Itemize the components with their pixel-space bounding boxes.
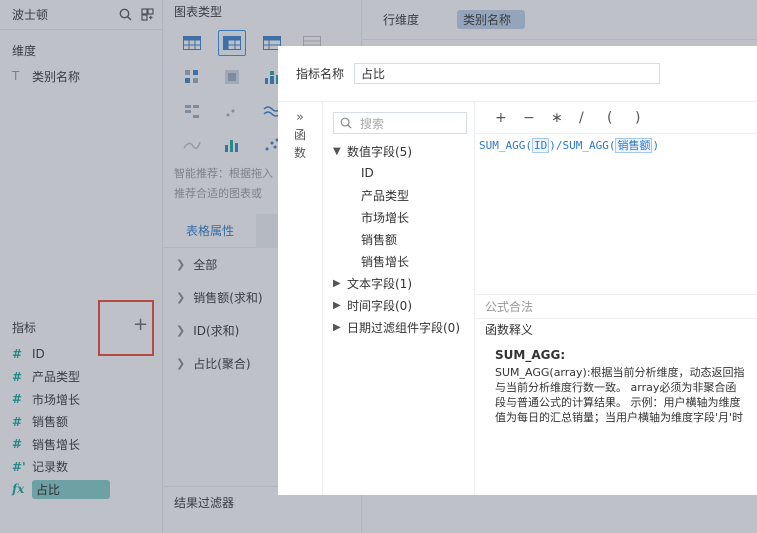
tree-leaf[interactable]: ID	[323, 162, 474, 184]
op-plus-button[interactable]: +	[495, 110, 523, 126]
tree-node-numeric[interactable]: ▼ 数值字段(5)	[323, 140, 474, 162]
formula-fn: SUM_AGG(	[479, 139, 532, 152]
tree-leaf-label: 销售增长	[361, 254, 410, 269]
tree-node-label: 时间字段(0)	[347, 298, 412, 313]
explain-line: 与当前分析维度行数一致。 array必须为非聚合函	[495, 381, 737, 394]
formula-field-tag[interactable]: 销售额	[615, 138, 653, 153]
search-placeholder: 搜索	[360, 116, 385, 131]
add-measure-dialog: 指标名称 » 函 数 搜索 ▼ 数值字段(5) ID 产品类型 市场增长 销售额 …	[278, 46, 757, 495]
function-explain-title: 函数释义	[475, 318, 757, 340]
explain-line: 值为每日的汇总销量；当用户横轴为维度字段'月'时	[495, 411, 744, 424]
formula-valid-status: 公式合法	[475, 294, 757, 318]
op-lparen-button[interactable]: (	[607, 110, 635, 126]
tree-leaf-label: ID	[361, 166, 374, 180]
caret-right-icon: ▶	[333, 321, 341, 333]
op-rparen-button[interactable]: )	[635, 110, 663, 126]
caret-right-icon: ▶	[333, 299, 341, 311]
tree-node-label: 文本字段(1)	[347, 276, 412, 291]
search-icon	[340, 117, 352, 129]
caret-down-icon: ▼	[333, 145, 341, 157]
tree-leaf[interactable]: 销售额	[323, 228, 474, 250]
function-tab-label-2[interactable]: 数	[278, 145, 322, 161]
tree-list: ▼ 数值字段(5) ID 产品类型 市场增长 销售额 销售增长 ▶ 文本字段(1) …	[323, 140, 474, 338]
dialog-header: 指标名称	[278, 46, 757, 102]
field-search[interactable]: 搜索	[333, 112, 467, 134]
function-sidebar: » 函 数	[278, 102, 323, 495]
expand-icon[interactable]: »	[278, 110, 322, 125]
tree-leaf[interactable]: 产品类型	[323, 184, 474, 206]
formula-editor: + − ∗ / ( ) SUM_AGG(ID)/SUM_AGG(销售额) 公式合…	[475, 102, 757, 495]
tree-node-date-filter[interactable]: ▶ 日期过滤组件字段(0)	[323, 316, 474, 338]
operator-bar: + − ∗ / ( )	[475, 102, 757, 134]
field-tree: 搜索 ▼ 数值字段(5) ID 产品类型 市场增长 销售额 销售增长 ▶ 文本字段(…	[323, 102, 475, 495]
tree-leaf[interactable]: 市场增长	[323, 206, 474, 228]
tree-leaf-label: 市场增长	[361, 210, 410, 225]
function-tab-label-1[interactable]: 函	[278, 127, 322, 143]
tree-node-label: 数值字段(5)	[347, 144, 412, 159]
measure-name-input[interactable]	[354, 63, 661, 84]
op-multiply-button[interactable]: ∗	[551, 110, 579, 126]
explain-line: SUM_AGG(array):根据当前分析维度，动态返回指	[495, 366, 745, 379]
caret-right-icon: ▶	[333, 277, 341, 289]
tree-leaf[interactable]: 销售增长	[323, 250, 474, 272]
formula-input[interactable]: SUM_AGG(ID)/SUM_AGG(销售额)	[475, 134, 757, 156]
op-minus-button[interactable]: −	[523, 110, 551, 126]
formula-field-tag[interactable]: ID	[531, 138, 550, 153]
tree-leaf-label: 销售额	[361, 232, 398, 247]
tree-node-text[interactable]: ▶ 文本字段(1)	[323, 272, 474, 294]
function-explanation: SUM_AGG: SUM_AGG(array):根据当前分析维度，动态返回指 与…	[495, 348, 757, 425]
explain-line: 段与普通公式的计算结果。 示例：用户横轴为维度	[495, 396, 741, 409]
formula-fn: )	[652, 139, 660, 152]
measure-name-label: 指标名称	[296, 67, 345, 81]
tree-node-time[interactable]: ▶ 时间字段(0)	[323, 294, 474, 316]
tree-leaf-label: 产品类型	[361, 188, 410, 203]
function-name: SUM_AGG:	[495, 348, 566, 362]
op-divide-button[interactable]: /	[579, 110, 607, 126]
formula-fn: )/SUM_AGG(	[549, 139, 616, 152]
tree-node-label: 日期过滤组件字段(0)	[347, 320, 460, 335]
